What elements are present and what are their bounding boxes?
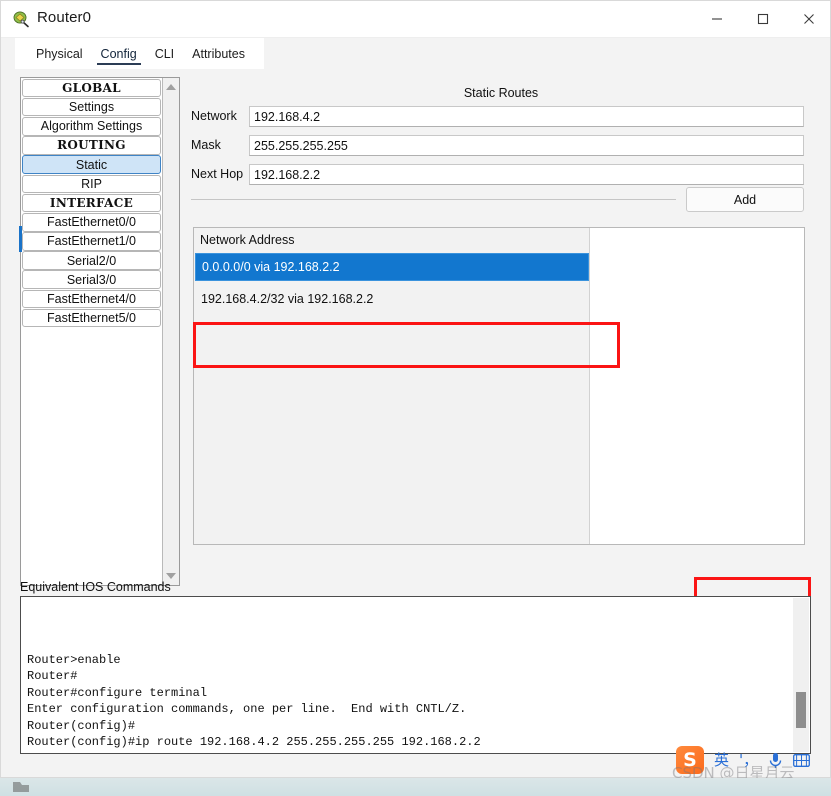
minimize-icon bbox=[712, 18, 722, 20]
tab-config[interactable]: Config bbox=[92, 40, 146, 67]
router-device-icon bbox=[13, 11, 29, 28]
maximize-icon bbox=[757, 13, 769, 25]
taskbar bbox=[0, 778, 831, 796]
minimize-button[interactable] bbox=[694, 1, 740, 37]
ime-punctuation-toggle[interactable]: '， bbox=[739, 752, 758, 768]
sidebar-item-fastethernet5-0[interactable]: FastEthernet5/0 bbox=[22, 308, 161, 328]
mask-label: Mask bbox=[191, 138, 221, 152]
routes-list[interactable]: Network Address 0.0.0.0/0 via 192.168.2.… bbox=[193, 227, 805, 545]
tab-cli[interactable]: CLI bbox=[146, 40, 183, 67]
ios-commands-label: Equivalent IOS Commands bbox=[20, 580, 171, 594]
next-hop-label: Next Hop bbox=[191, 167, 244, 181]
mask-input[interactable] bbox=[249, 135, 804, 156]
scroll-up-icon[interactable] bbox=[163, 79, 179, 95]
ios-commands-console[interactable]: Router>enable Router# Router#configure t… bbox=[20, 596, 811, 754]
config-body: GLOBAL Settings Algorithm Settings ROUTING S… bbox=[1, 69, 830, 777]
sidebar-item-static[interactable]: Static bbox=[22, 155, 161, 174]
sidebar-item-serial3-0[interactable]: Serial3/0 bbox=[22, 270, 161, 290]
sidebar-focus-marker bbox=[19, 226, 22, 252]
sidebar-item-fastethernet0-0[interactable]: FastEthernet0/0 bbox=[22, 212, 161, 232]
sidebar-item-fastethernet1-0[interactable]: FastEthernet1/0 bbox=[22, 232, 161, 251]
add-route-button[interactable]: Add bbox=[686, 187, 804, 212]
keyboard-icon[interactable] bbox=[793, 753, 811, 767]
divider bbox=[191, 199, 676, 200]
tab-physical[interactable]: Physical bbox=[27, 40, 92, 67]
sidebar-header-interface: INTERFACE bbox=[22, 193, 161, 213]
network-label: Network bbox=[191, 109, 237, 123]
microphone-icon[interactable] bbox=[768, 752, 783, 769]
maximize-button[interactable] bbox=[740, 1, 786, 37]
page-title: Static Routes bbox=[463, 86, 539, 100]
list-item[interactable]: 0.0.0.0/0 via 192.168.2.2 bbox=[195, 253, 589, 281]
ime-language-mode[interactable]: 英 bbox=[714, 752, 729, 768]
sidebar-item-fastethernet4-0[interactable]: FastEthernet4/0 bbox=[22, 289, 161, 309]
config-sidebar: GLOBAL Settings Algorithm Settings ROUTING S… bbox=[19, 77, 180, 586]
sidebar-header-routing: ROUTING bbox=[22, 136, 161, 155]
sidebar-item-serial2-0[interactable]: Serial2/0 bbox=[22, 251, 161, 270]
sidebar-item-rip[interactable]: RIP bbox=[22, 174, 161, 194]
sidebar-nav-list: GLOBAL Settings Algorithm Settings ROUTING S… bbox=[21, 78, 162, 585]
sogou-logo-icon[interactable]: S bbox=[676, 746, 704, 774]
sidebar-header-global: GLOBAL bbox=[22, 78, 161, 98]
next-hop-input[interactable] bbox=[249, 164, 804, 185]
taskbar-app-icon[interactable] bbox=[12, 780, 30, 794]
console-scroll-thumb[interactable] bbox=[796, 692, 806, 728]
router-config-window: Router0 Physical Config CLI Attributes GLOB… bbox=[0, 0, 831, 778]
routes-list-column: Network Address 0.0.0.0/0 via 192.168.2.… bbox=[194, 228, 590, 544]
ime-toolbar: S 英 '， bbox=[676, 745, 831, 775]
console-scrollbar[interactable] bbox=[793, 598, 809, 752]
tab-attributes[interactable]: Attributes bbox=[183, 40, 254, 67]
routes-column-header: Network Address bbox=[200, 233, 295, 247]
static-routes-panel: Static Routes Network Mask Next Hop Add … bbox=[191, 77, 811, 617]
ios-commands-text: Router>enable Router# Router#configure t… bbox=[27, 652, 481, 754]
tab-strip: Physical Config CLI Attributes bbox=[1, 38, 830, 69]
sidebar-scrollbar[interactable] bbox=[162, 78, 179, 585]
tabs-container: Physical Config CLI Attributes bbox=[15, 38, 264, 69]
title-bar: Router0 bbox=[1, 1, 830, 38]
sidebar-item-settings[interactable]: Settings bbox=[22, 97, 161, 117]
close-icon bbox=[804, 14, 814, 24]
sidebar-item-algorithm-settings[interactable]: Algorithm Settings bbox=[22, 116, 161, 136]
list-item[interactable]: 192.168.4.2/32 via 192.168.2.2 bbox=[195, 285, 589, 313]
network-input[interactable] bbox=[249, 106, 804, 127]
window-title: Router0 bbox=[37, 9, 92, 26]
close-button[interactable] bbox=[786, 1, 830, 37]
